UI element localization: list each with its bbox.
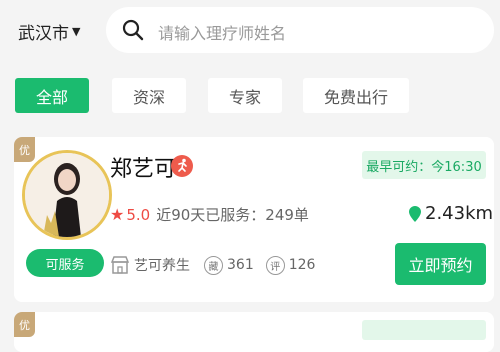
shop-name[interactable]: 艺可养生: [134, 255, 190, 275]
chevron-down-icon: ▼: [72, 24, 81, 38]
reviews-count: 126: [288, 257, 316, 273]
star-icon: ★: [110, 205, 125, 224]
rating-row: ★ 5.0 近90天已服务：249单: [110, 204, 309, 225]
service-count: 近90天已服务：249单: [156, 206, 309, 224]
favorites-count: 361: [227, 257, 254, 273]
filter-all[interactable]: 全部: [15, 78, 89, 113]
book-now-button[interactable]: 立即预约: [395, 243, 486, 285]
favorite-icon: 藏: [204, 255, 223, 275]
filter-free-travel[interactable]: 免费出行: [303, 78, 409, 113]
service-available-tag: 可服务: [26, 249, 104, 277]
distance: 2.43km: [409, 203, 493, 224]
therapist-name: 郑艺可: [110, 157, 177, 182]
filter-expert[interactable]: 专家: [208, 78, 282, 113]
stats-row: 艺可养生 藏 361 评 126: [110, 255, 315, 275]
rating-value: 5.0: [126, 205, 151, 224]
earliest-appointment: [362, 320, 486, 340]
review-icon: 评: [265, 255, 285, 275]
search-icon: [122, 19, 144, 41]
shop-icon: [110, 256, 130, 274]
filter-senior[interactable]: 资深: [112, 78, 186, 113]
earliest-appointment: 最早可约：今16:30: [362, 151, 486, 179]
city-selector[interactable]: 武汉市 ▼: [18, 18, 80, 44]
run-icon: [171, 155, 193, 177]
distance-value: 2.43km: [425, 203, 494, 224]
premium-badge: 优: [14, 137, 35, 162]
avatar-photo: [25, 153, 109, 237]
search-placeholder: 请输入理疗师姓名: [158, 24, 287, 43]
search-input[interactable]: 请输入理疗师姓名: [106, 7, 494, 53]
city-label: 武汉市: [18, 23, 69, 44]
avatar: [22, 150, 112, 240]
therapist-card[interactable]: 优 可服务 郑艺可 最早可约：今16:30 ★ 5.0 近90天已服务：249单…: [14, 137, 494, 302]
location-pin-icon: [409, 205, 421, 222]
premium-badge: 优: [14, 312, 35, 337]
top-bar: 武汉市 ▼ 请输入理疗师姓名: [0, 0, 500, 62]
therapist-card-next[interactable]: 优: [14, 312, 494, 352]
